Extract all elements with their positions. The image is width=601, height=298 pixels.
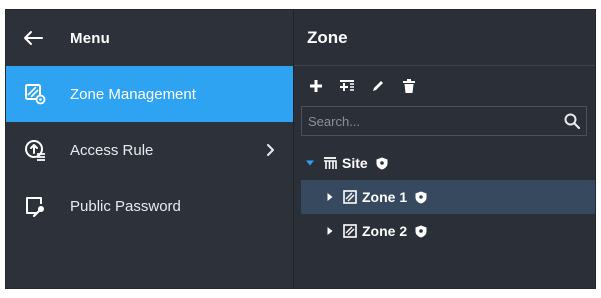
zone-toolbar bbox=[294, 66, 595, 106]
page-title: Zone bbox=[307, 27, 348, 47]
tree-node-site[interactable]: Site bbox=[294, 146, 595, 180]
shield-icon bbox=[376, 157, 388, 170]
site-icon bbox=[323, 156, 337, 170]
tree-node-label: Zone 2 bbox=[362, 223, 408, 239]
search-input[interactable] bbox=[302, 106, 564, 136]
sidebar-item-zone-management[interactable]: Zone Management bbox=[6, 66, 293, 122]
sidebar-item-public-password[interactable]: Public Password bbox=[6, 178, 293, 234]
app-frame: Menu Zone Management Access Rule Public … bbox=[5, 9, 596, 289]
search-field bbox=[301, 106, 587, 136]
caret-right-icon[interactable] bbox=[326, 193, 334, 201]
edit-icon[interactable] bbox=[368, 76, 388, 96]
access-rule-icon bbox=[24, 139, 46, 161]
zone-management-icon bbox=[24, 83, 46, 105]
public-password-icon bbox=[24, 195, 46, 217]
chevron-right-icon bbox=[265, 144, 275, 156]
sidebar-item-label: Access Rule bbox=[70, 141, 154, 159]
zone-tree: Site Zone 1 Zone 2 bbox=[294, 146, 595, 248]
shield-icon bbox=[415, 191, 427, 204]
sidebar-item-label: Zone Management bbox=[70, 85, 196, 103]
caret-right-icon[interactable] bbox=[326, 227, 334, 235]
zone-icon bbox=[343, 190, 357, 204]
sidebar-menu: Menu Zone Management Access Rule Public … bbox=[6, 10, 294, 288]
zone-header: Zone bbox=[294, 10, 595, 66]
add-sub-zone-icon[interactable] bbox=[337, 76, 357, 96]
zone-panel: Zone Search... Site Zone 1 Zone 2 bbox=[294, 10, 595, 288]
tree-node-label: Site bbox=[342, 155, 368, 171]
delete-icon[interactable] bbox=[399, 76, 419, 96]
tree-node-zone-1[interactable]: Zone 1 bbox=[301, 180, 595, 214]
add-icon[interactable] bbox=[306, 76, 326, 96]
shield-icon bbox=[415, 225, 427, 238]
tree-node-zone-2[interactable]: Zone 2 bbox=[294, 214, 595, 248]
back-arrow-icon[interactable] bbox=[22, 30, 44, 46]
search-icon[interactable] bbox=[564, 113, 580, 129]
caret-down-icon[interactable] bbox=[306, 159, 314, 167]
menu-header: Menu bbox=[6, 10, 293, 66]
zone-icon bbox=[343, 224, 357, 238]
sidebar-item-label: Public Password bbox=[70, 197, 181, 215]
sidebar-item-access-rule[interactable]: Access Rule bbox=[6, 122, 293, 178]
menu-title: Menu bbox=[70, 29, 110, 47]
tree-node-label: Zone 1 bbox=[362, 189, 408, 205]
